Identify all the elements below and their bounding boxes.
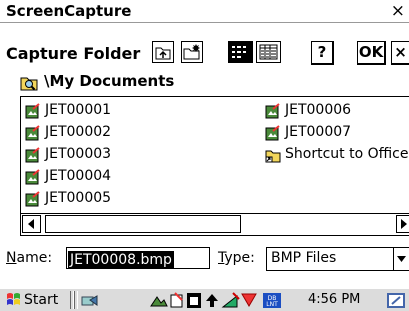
battery-warning-icon[interactable]	[241, 292, 257, 309]
window-title: ScreenCapture	[6, 2, 132, 20]
arrow-up-icon[interactable]	[205, 292, 219, 309]
chevron-down-icon	[397, 256, 406, 262]
desktop-icon[interactable]	[80, 292, 100, 309]
folder-shortcut-icon	[265, 150, 281, 163]
file-name: JET00001	[45, 102, 112, 118]
image-file-icon	[25, 125, 40, 141]
path-text: \My Documents	[44, 72, 175, 90]
open-folder-search-icon	[20, 77, 38, 91]
file-name: JET00004	[45, 168, 112, 184]
start-button[interactable]: Start	[2, 290, 66, 310]
window-switch-icon[interactable]	[186, 292, 202, 309]
start-label: Start	[24, 292, 59, 308]
dropdown-button[interactable]	[393, 248, 409, 270]
svg-text:LNT: LNT	[266, 301, 278, 308]
image-file-icon	[25, 103, 40, 119]
file-name: JET00005	[45, 190, 112, 206]
file-name: Shortcut to Office	[285, 146, 409, 162]
signal-icon[interactable]	[221, 292, 241, 309]
scroll-thumb[interactable]	[45, 215, 241, 233]
scroll-right-button[interactable]	[396, 215, 409, 233]
up-folder-button[interactable]	[152, 41, 174, 63]
file-name: JET00002	[45, 124, 112, 140]
details-view-icon	[259, 44, 278, 60]
screen-capture-icon[interactable]	[150, 292, 168, 309]
title-close-button[interactable]: ×	[391, 1, 405, 21]
windows-logo-icon	[7, 293, 20, 305]
up-folder-icon	[155, 47, 171, 60]
horizontal-scrollbar[interactable]	[21, 213, 409, 235]
connection-icon[interactable]: DB LNT	[262, 292, 282, 309]
details-view-button[interactable]	[256, 41, 281, 63]
file-type-value: BMP Files	[271, 250, 337, 266]
file-item[interactable]: JET00002	[21, 123, 221, 143]
file-item[interactable]: JET00005	[21, 189, 221, 209]
taskbar-clock: 4:56 PM	[308, 292, 361, 307]
title-bar: ScreenCapture ×	[0, 0, 409, 23]
name-label: Name:	[6, 250, 53, 266]
help-button[interactable]: ?	[311, 41, 334, 65]
file-item[interactable]: JET00001	[21, 101, 221, 121]
image-file-icon	[25, 169, 40, 185]
image-file-icon	[265, 125, 280, 141]
file-name: JET00006	[285, 102, 352, 118]
dialog-close-button[interactable]: ×	[391, 41, 409, 65]
file-name-input[interactable]: JET00008.bmp	[66, 247, 210, 269]
image-file-icon	[25, 191, 40, 207]
file-item[interactable]: JET00006	[261, 101, 409, 121]
file-item[interactable]: JET00003	[21, 145, 221, 165]
file-item[interactable]: JET00004	[21, 167, 221, 187]
scroll-track[interactable]	[243, 215, 408, 233]
file-name: JET00007	[285, 124, 352, 140]
taskbar: Start DB LNT 4:56 PM	[0, 287, 409, 311]
type-label: Type:	[218, 250, 255, 266]
notepad-icon[interactable]	[169, 292, 185, 309]
ok-button[interactable]: OK	[357, 41, 386, 65]
file-name-value: JET00008.bmp	[68, 251, 174, 269]
file-item[interactable]: JET00007	[261, 123, 409, 143]
file-name: JET00003	[45, 146, 112, 162]
arrow-left-icon	[28, 219, 34, 229]
desktop-shortcut-icon[interactable]	[386, 292, 406, 309]
file-type-select[interactable]: BMP Files	[266, 247, 409, 271]
list-view-icon	[232, 46, 246, 58]
capture-folder-label: Capture Folder	[6, 44, 141, 63]
list-view-button[interactable]	[228, 41, 253, 63]
image-file-icon	[265, 103, 280, 119]
new-folder-button[interactable]	[181, 41, 203, 63]
image-file-icon	[25, 147, 40, 163]
taskbar-separator	[74, 291, 78, 309]
arrow-right-icon	[401, 219, 407, 229]
new-folder-icon	[183, 44, 200, 60]
scroll-left-button[interactable]	[22, 215, 41, 233]
file-item[interactable]: Shortcut to Office	[261, 145, 409, 165]
file-list[interactable]: JET00001 JET00002 JET00003 JET00004 JET0…	[20, 96, 409, 236]
